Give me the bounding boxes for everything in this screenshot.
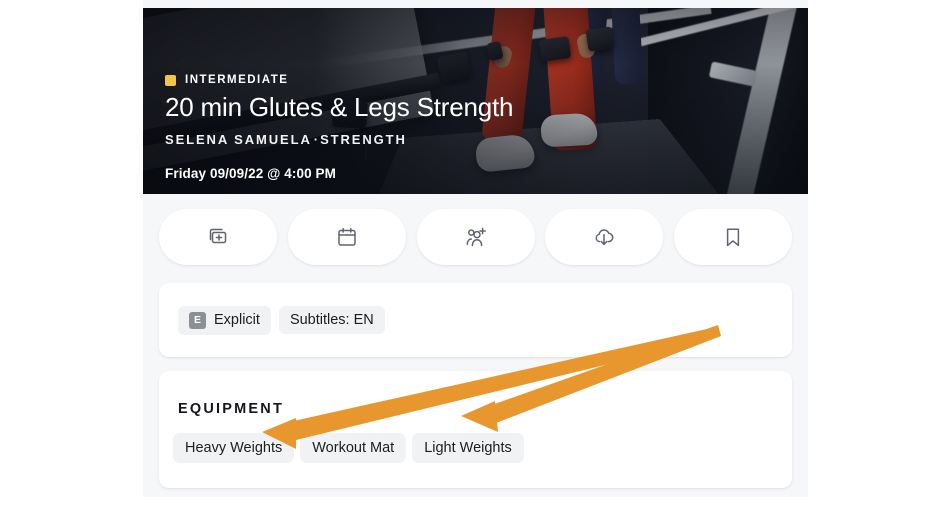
equipment-chip-list: Heavy Weights Workout Mat Light Weights	[173, 433, 524, 463]
calendar-icon	[335, 225, 359, 249]
stack-add-icon	[206, 225, 230, 249]
class-discipline: STRENGTH	[320, 132, 407, 147]
explicit-badge-icon: E	[189, 311, 206, 329]
equipment-chip[interactable]: Light Weights	[412, 433, 524, 463]
bookmark-button[interactable]	[674, 209, 792, 265]
class-action-bar	[159, 209, 792, 265]
explicit-label: Explicit	[214, 312, 260, 328]
difficulty-label: INTERMEDIATE	[185, 74, 289, 86]
difficulty-swatch-icon	[165, 74, 176, 86]
class-byline: SELENA SAMUELA · STRENGTH	[165, 132, 407, 147]
subtitles-chip: Subtitles: EN	[278, 306, 385, 334]
invite-friends-button[interactable]	[416, 209, 535, 265]
class-datetime: Friday 09/09/22 @ 4:00 PM	[165, 166, 336, 181]
download-button[interactable]	[545, 209, 664, 265]
class-hero-banner: INTERMEDIATE 20 min Glutes & Legs Streng…	[143, 8, 808, 194]
equipment-heading: EQUIPMENT	[178, 401, 284, 417]
instructor-name: SELENA SAMUELA	[165, 132, 312, 147]
equipment-chip[interactable]: Workout Mat	[300, 433, 407, 463]
schedule-button[interactable]	[287, 209, 406, 265]
person-add-icon	[464, 225, 488, 249]
bookmark-icon	[721, 225, 745, 249]
subtitles-label: Subtitles: EN	[289, 312, 374, 328]
equipment-chip[interactable]: Heavy Weights	[173, 433, 295, 463]
equipment-card: EQUIPMENT Heavy Weights Workout Mat Ligh…	[159, 371, 792, 488]
cloud-download-icon	[592, 225, 616, 249]
difficulty-badge: INTERMEDIATE	[165, 74, 288, 86]
add-to-stack-button[interactable]	[159, 209, 277, 265]
meta-chip-row: E Explicit Subtitles: EN	[178, 283, 385, 357]
app-page: INTERMEDIATE 20 min Glutes & Legs Streng…	[0, 0, 950, 509]
explicit-chip: E Explicit	[178, 305, 271, 335]
class-meta-card: E Explicit Subtitles: EN	[159, 283, 792, 357]
byline-separator: ·	[313, 132, 319, 147]
class-title: 20 min Glutes & Legs Strength	[165, 92, 514, 122]
